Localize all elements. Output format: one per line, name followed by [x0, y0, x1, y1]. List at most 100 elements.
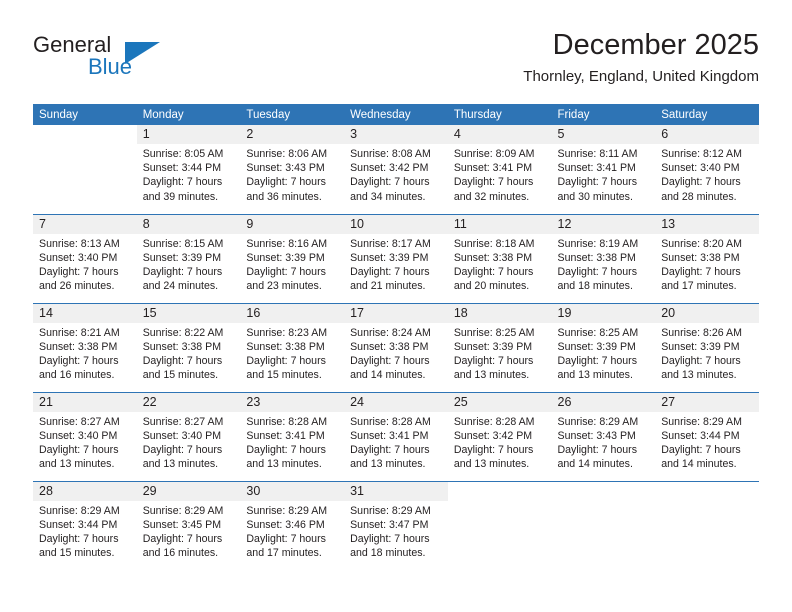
calendar-day-cell[interactable]: 20 Sunrise: 8:26 AM Sunset: 3:39 PM Dayligh… — [655, 303, 759, 393]
day-number — [551, 481, 656, 501]
day-info-sunset: Sunset: 3:41 PM — [453, 162, 533, 175]
calendar-day-cell[interactable]: 2 Sunrise: 8:06 AM Sunset: 3:43 PM Daylight… — [240, 125, 345, 215]
day-number: 5 — [551, 125, 656, 144]
day-info-daylight2: and 24 minutes. — [142, 280, 219, 293]
day-info-sunrise: Sunrise: 8:21 AM — [39, 326, 120, 339]
calendar-day-cell[interactable]: 13 Sunrise: 8:20 AM Sunset: 3:38 PM Dayligh… — [655, 214, 759, 304]
day-info-daylight2: and 13 minutes. — [453, 369, 530, 382]
day-info-sunset: Sunset: 3:39 PM — [142, 251, 222, 264]
day-number — [447, 481, 552, 501]
day-info-sunset: Sunset: 3:38 PM — [39, 340, 118, 353]
day-info-sunset: Sunset: 3:40 PM — [39, 429, 118, 442]
calendar-day-cell[interactable]: 24 Sunrise: 8:28 AM Sunset: 3:41 PM Dayligh… — [344, 392, 448, 482]
day-info-sunrise: Sunrise: 8:22 AM — [142, 326, 224, 339]
day-info-daylight2: and 13 minutes. — [350, 458, 426, 471]
day-info-daylight2: and 16 minutes. — [142, 547, 219, 560]
calendar-day-cell[interactable]: 19 Sunrise: 8:25 AM Sunset: 3:39 PM Dayligh… — [551, 303, 656, 393]
calendar-cell-empty — [447, 481, 552, 570]
general-blue-logo[interactable]: General Blue — [33, 32, 183, 88]
day-number: 26 — [551, 392, 656, 412]
day-number: 13 — [655, 214, 759, 234]
day-info: Sunrise: 8:17 AM Sunset: 3:39 PM Daylight:… — [344, 234, 448, 294]
day-info: Sunrise: 8:27 AM Sunset: 3:40 PM Daylight:… — [33, 412, 137, 472]
day-info-sunrise: Sunrise: 8:28 AM — [246, 415, 328, 428]
day-info: Sunrise: 8:28 AM Sunset: 3:41 PM Daylight:… — [344, 412, 448, 472]
day-info-sunset: Sunset: 3:38 PM — [350, 340, 429, 353]
day-info-daylight2: and 14 minutes. — [557, 458, 633, 471]
day-number: 11 — [447, 214, 552, 234]
day-info-daylight1: Daylight: 7 hours — [246, 354, 326, 367]
day-info-sunrise: Sunrise: 8:29 AM — [39, 504, 120, 517]
day-info-sunset: Sunset: 3:43 PM — [246, 162, 325, 175]
calendar-cell-empty — [33, 125, 137, 215]
day-info: Sunrise: 8:24 AM Sunset: 3:38 PM Daylight:… — [344, 323, 448, 383]
calendar-day-cell[interactable]: 18 Sunrise: 8:25 AM Sunset: 3:39 PM Dayligh… — [447, 303, 552, 393]
calendar-day-cell[interactable]: 5 Sunrise: 8:11 AM Sunset: 3:41 PM Daylight… — [551, 125, 656, 215]
day-info-sunrise: Sunrise: 8:29 AM — [246, 504, 328, 517]
weekday-header-saturday: Saturday — [655, 104, 759, 125]
calendar-day-cell[interactable]: 4 Sunrise: 8:09 AM Sunset: 3:41 PM Daylight… — [447, 125, 552, 215]
calendar-day-cell[interactable]: 23 Sunrise: 8:28 AM Sunset: 3:41 PM Dayligh… — [240, 392, 345, 482]
day-info: Sunrise: 8:29 AM Sunset: 3:44 PM Daylight:… — [33, 501, 137, 561]
day-info-sunrise: Sunrise: 8:29 AM — [661, 415, 742, 428]
calendar-day-cell[interactable]: 28 Sunrise: 8:29 AM Sunset: 3:44 PM Dayligh… — [33, 481, 137, 570]
calendar-day-cell[interactable]: 12 Sunrise: 8:19 AM Sunset: 3:38 PM Dayligh… — [551, 214, 656, 304]
day-number: 16 — [240, 303, 345, 323]
day-info-daylight1: Daylight: 7 hours — [453, 354, 534, 367]
day-info: Sunrise: 8:23 AM Sunset: 3:38 PM Daylight:… — [240, 323, 344, 383]
calendar-day-cell[interactable]: 22 Sunrise: 8:27 AM Sunset: 3:40 PM Dayligh… — [136, 392, 241, 482]
calendar-day-cell[interactable]: 21 Sunrise: 8:27 AM Sunset: 3:40 PM Dayligh… — [33, 392, 137, 482]
calendar-day-cell[interactable]: 3 Sunrise: 8:08 AM Sunset: 3:42 PM Daylight… — [344, 125, 448, 215]
day-info: Sunrise: 8:29 AM Sunset: 3:43 PM Daylight:… — [552, 412, 656, 472]
calendar-day-cell[interactable]: 9 Sunrise: 8:16 AM Sunset: 3:39 PM Daylight… — [240, 214, 345, 304]
day-info-sunset: Sunset: 3:44 PM — [661, 429, 740, 442]
day-info-sunrise: Sunrise: 8:06 AM — [246, 148, 328, 160]
day-info: Sunrise: 8:15 AM Sunset: 3:39 PM Daylight:… — [137, 234, 241, 294]
calendar-day-cell[interactable]: 8 Sunrise: 8:15 AM Sunset: 3:39 PM Daylight… — [136, 214, 241, 304]
calendar-day-cell[interactable]: 16 Sunrise: 8:23 AM Sunset: 3:38 PM Dayligh… — [240, 303, 345, 393]
day-info-sunset: Sunset: 3:39 PM — [557, 340, 636, 353]
day-info-daylight2: and 13 minutes. — [453, 458, 530, 471]
day-number: 1 — [136, 125, 241, 144]
day-info-sunset: Sunset: 3:38 PM — [557, 251, 636, 264]
calendar-day-cell[interactable]: 17 Sunrise: 8:24 AM Sunset: 3:38 PM Dayligh… — [344, 303, 448, 393]
day-info: Sunrise: 8:20 AM Sunset: 3:38 PM Daylight:… — [655, 234, 759, 294]
calendar-week-row: 28 Sunrise: 8:29 AM Sunset: 3:44 PM Dayligh… — [33, 481, 759, 570]
calendar-day-cell[interactable]: 1 Sunrise: 8:05 AM Sunset: 3:44 PM Daylight… — [136, 125, 241, 215]
calendar-day-cell[interactable]: 14 Sunrise: 8:21 AM Sunset: 3:38 PM Dayligh… — [33, 303, 137, 393]
day-info-daylight2: and 23 minutes. — [246, 280, 322, 293]
calendar-day-cell[interactable]: 10 Sunrise: 8:17 AM Sunset: 3:39 PM Dayligh… — [344, 214, 448, 304]
day-info: Sunrise: 8:25 AM Sunset: 3:39 PM Daylight:… — [552, 323, 656, 383]
calendar-day-cell[interactable]: 31 Sunrise: 8:29 AM Sunset: 3:47 PM Dayligh… — [344, 481, 448, 570]
calendar-day-cell[interactable]: 26 Sunrise: 8:29 AM Sunset: 3:43 PM Dayligh… — [551, 392, 656, 482]
day-info-daylight1: Daylight: 7 hours — [39, 265, 119, 278]
day-info-sunset: Sunset: 3:38 PM — [246, 340, 325, 353]
day-info-daylight2: and 15 minutes. — [142, 369, 219, 382]
calendar-day-cell[interactable]: 6 Sunrise: 8:12 AM Sunset: 3:40 PM Daylight… — [655, 125, 759, 215]
calendar-day-cell[interactable]: 15 Sunrise: 8:22 AM Sunset: 3:38 PM Dayligh… — [136, 303, 241, 393]
day-info-sunset: Sunset: 3:38 PM — [661, 251, 740, 264]
day-info: Sunrise: 8:27 AM Sunset: 3:40 PM Daylight:… — [137, 412, 241, 472]
day-number: 28 — [33, 481, 137, 501]
day-info-daylight2: and 17 minutes. — [246, 547, 322, 560]
day-info-sunset: Sunset: 3:39 PM — [246, 251, 325, 264]
day-info-daylight2: and 14 minutes. — [661, 458, 737, 471]
day-info-sunrise: Sunrise: 8:12 AM — [661, 148, 742, 160]
day-info-sunset: Sunset: 3:40 PM — [142, 429, 222, 442]
calendar-day-cell[interactable]: 29 Sunrise: 8:29 AM Sunset: 3:45 PM Dayligh… — [136, 481, 241, 570]
day-info-daylight2: and 21 minutes. — [350, 280, 426, 293]
calendar-day-cell[interactable]: 7 Sunrise: 8:13 AM Sunset: 3:40 PM Daylight… — [33, 214, 137, 304]
weekday-header-wednesday: Wednesday — [344, 104, 448, 125]
calendar-day-cell[interactable]: 27 Sunrise: 8:29 AM Sunset: 3:44 PM Dayligh… — [655, 392, 759, 482]
weekday-header-monday: Monday — [136, 104, 241, 125]
day-number: 7 — [33, 214, 137, 234]
day-info-daylight1: Daylight: 7 hours — [350, 443, 430, 456]
day-info-daylight1: Daylight: 7 hours — [557, 265, 638, 278]
calendar-day-cell[interactable]: 11 Sunrise: 8:18 AM Sunset: 3:38 PM Dayligh… — [447, 214, 552, 304]
calendar-day-cell[interactable]: 30 Sunrise: 8:29 AM Sunset: 3:46 PM Dayligh… — [240, 481, 345, 570]
day-info-daylight1: Daylight: 7 hours — [661, 354, 741, 367]
day-info-daylight2: and 18 minutes. — [350, 547, 426, 560]
calendar-day-cell[interactable]: 25 Sunrise: 8:28 AM Sunset: 3:42 PM Dayligh… — [447, 392, 552, 482]
day-info-sunset: Sunset: 3:45 PM — [142, 518, 222, 531]
day-info-daylight1: Daylight: 7 hours — [246, 443, 326, 456]
